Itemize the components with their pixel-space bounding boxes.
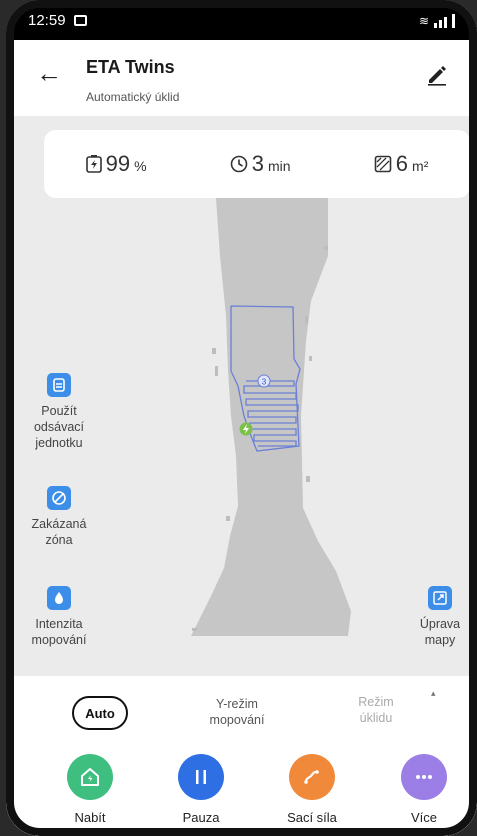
signal-bar-icon [434,23,437,28]
map-area[interactable]: 3 99 % 3 min 6 m² Použít odsávací jednot… [6,116,477,676]
area-icon [374,155,392,173]
battery-value: 99 [105,151,131,176]
mop-intensity-tool[interactable]: Intenzita mopování [24,586,94,648]
tool-label-line: Úprava [419,617,461,631]
battery-charge-icon [85,155,102,173]
time-value: 3 [251,151,265,176]
more-button[interactable]: Více [384,754,464,825]
mode-auto-button[interactable]: Auto [72,696,128,730]
suction-unit-icon [47,373,71,397]
action-label: Sací síla [287,810,337,825]
action-label: Více [410,810,437,825]
pause-button[interactable]: Pauza [161,754,241,825]
tool-label-line: mapy [424,633,456,647]
phone-screen: 12:59 ≋ ← ETA Twins Automatický úklid 3 … [6,0,477,836]
signal-bar-icon [439,20,442,28]
status-time: 12:59 [28,11,66,29]
room-number-label: 3 [262,378,267,387]
mode-label-line: mopování [209,713,265,727]
cleaning-stats-card: 99 % 3 min 6 m² [44,130,470,198]
tool-label-line: Použít [41,404,77,418]
more-icon [401,754,447,800]
signal-bar-icon [444,17,447,28]
gallery-notification-icon [73,14,87,26]
battery-unit: % [134,158,147,174]
mode-label-line: Režim [358,695,394,709]
area-unit: m² [412,158,429,174]
tool-label-line: mopování [31,633,87,647]
bottom-panel: Auto Y-režim mopování Režim úklidu ▴ Nab… [6,676,477,836]
device-mode-subtitle: Automatický úklid [86,90,180,104]
action-label: Nabít [74,810,106,825]
battery-status-icon [452,14,455,28]
back-arrow-icon[interactable]: ← [36,58,62,89]
wifi-icon: ≋ [418,14,429,28]
tool-label-line: zóna [45,533,73,547]
edit-pencil-icon[interactable] [425,62,449,86]
suction-power-button[interactable]: Sací síla [272,754,352,825]
edit-map-tool[interactable]: Úprava mapy [410,586,470,648]
charge-button[interactable]: Nabít [50,754,130,825]
action-label: Pauza [182,810,220,825]
tool-label-line: Intenzita [35,617,83,631]
map-edit-icon [428,586,452,610]
area-value: 6 [395,151,409,176]
no-go-zone-icon [47,486,71,510]
area-stat: 6 m² [374,151,429,177]
signal-wifi-icons: ≋ [419,12,455,28]
battery-stat: 99 % [85,151,147,177]
status-bar: 12:59 ≋ [6,0,477,40]
y-mop-mode-button[interactable]: Y-režim mopování [182,696,292,728]
tool-label-line: jednotku [35,436,83,450]
mode-label-line: Y-režim [216,697,258,711]
map-floor [191,196,351,636]
app-header: ← ETA Twins Automatický úklid [6,40,477,116]
no-go-zone-tool[interactable]: Zakázaná zóna [24,486,94,548]
tool-label-line: Zakázaná [31,517,87,531]
suction-icon [289,754,335,800]
tool-label-line: odsávací [33,420,85,434]
expand-caret-icon[interactable]: ▴ [431,688,436,699]
home-charge-icon [67,754,113,800]
clean-mode-button[interactable]: Režim úklidu [336,694,416,726]
time-stat: 3 min [230,151,291,177]
water-drop-icon [47,586,71,610]
pause-icon [178,754,224,800]
clock-icon [230,155,248,173]
time-unit: min [268,158,291,174]
mode-label-line: úklidu [359,711,393,725]
device-title: ETA Twins [86,57,175,77]
use-suction-unit-tool[interactable]: Použít odsávací jednotku [24,373,94,451]
